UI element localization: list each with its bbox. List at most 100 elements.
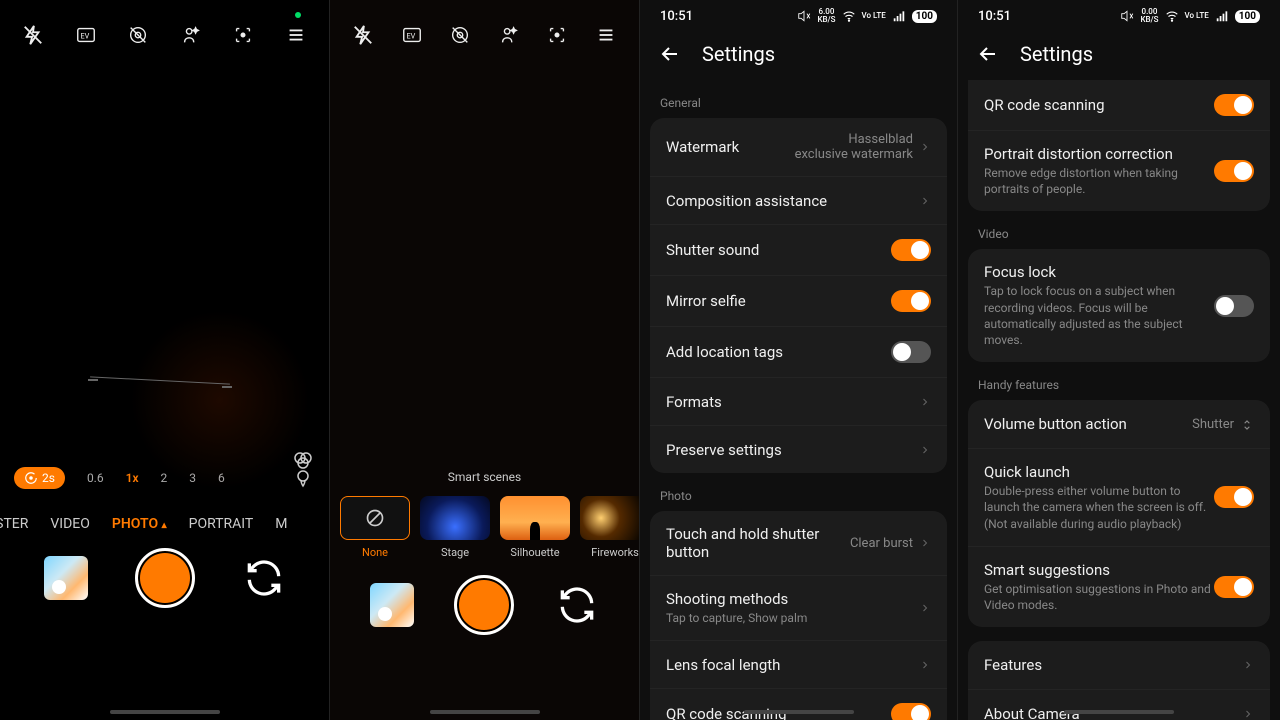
video-card: Focus lock Tap to lock focus on a subjec… [968, 249, 1270, 362]
toggle-qr[interactable] [1214, 94, 1254, 116]
section-photo: Photo [640, 473, 957, 511]
battery-pill: 100 [1235, 10, 1260, 23]
toggle-mirror-selfie[interactable] [891, 290, 931, 312]
toggle-shutter-sound[interactable] [891, 239, 931, 261]
status-icons: 0.00KB/S Vo LTE 100 [1120, 8, 1260, 24]
row-about[interactable]: About Camera [968, 689, 1270, 720]
lens-icon[interactable] [542, 20, 572, 50]
toggle-qr[interactable] [891, 703, 931, 720]
chevron-right-icon [919, 537, 931, 549]
top-toolbar: EV [0, 0, 329, 70]
tab-master[interactable]: ASTER [0, 516, 28, 532]
general-card: Watermark Hasselblad exclusive watermark… [650, 118, 947, 473]
row-features[interactable]: Features [968, 641, 1270, 689]
scene-silhouette[interactable]: Silhouette [500, 496, 570, 559]
timer-chip[interactable]: 2s [14, 467, 65, 489]
privacy-indicator-icon [295, 12, 301, 18]
toggle-focus-lock[interactable] [1214, 295, 1254, 317]
signal-icon [1215, 9, 1229, 23]
row-lens-focal[interactable]: Lens focal length [650, 640, 947, 688]
ev-icon[interactable]: EV [397, 20, 427, 50]
beautify-icon[interactable] [176, 20, 206, 50]
home-indicator [430, 710, 540, 714]
speed-indicator: 6.00KB/S [817, 8, 835, 24]
row-quick-launch[interactable]: Quick launch Double-press either volume … [968, 448, 1270, 546]
settings-panel-2: 10:51 0.00KB/S Vo LTE 100 Settings QR co… [958, 0, 1280, 720]
page-title: Settings [1020, 42, 1093, 66]
switch-camera-icon[interactable] [242, 556, 286, 600]
scene-stage[interactable]: Stage [420, 496, 490, 559]
home-indicator [110, 710, 220, 714]
lens-icon[interactable] [228, 20, 258, 50]
row-qr[interactable]: QR code scanning [968, 80, 1270, 130]
horizon-tick-left [88, 379, 98, 381]
beautify-icon[interactable] [494, 20, 524, 50]
row-focus-lock[interactable]: Focus lock Tap to lock focus on a subjec… [968, 249, 1270, 362]
tab-photo[interactable]: PHOTO ▴ [112, 516, 167, 532]
back-icon[interactable] [658, 42, 682, 66]
row-qr[interactable]: QR code scanning [650, 688, 947, 720]
top-toolbar: EV [330, 0, 639, 70]
status-bar: 10:51 6.00KB/S Vo LTE 100 [640, 0, 957, 28]
row-touch-hold[interactable]: Touch and hold shutter button Clear burs… [650, 511, 947, 575]
back-icon[interactable] [976, 42, 1000, 66]
row-location-tags[interactable]: Add location tags [650, 326, 947, 377]
toggle-quick-launch[interactable] [1214, 486, 1254, 508]
chevron-right-icon [919, 602, 931, 614]
menu-icon[interactable] [281, 20, 311, 50]
zoom-0-6[interactable]: 0.6 [87, 471, 104, 485]
timer-label: 2s [42, 471, 55, 485]
section-handy: Handy features [958, 362, 1280, 400]
flash-off-icon[interactable] [348, 20, 378, 50]
settings-header: Settings [958, 28, 1280, 80]
ai-off-icon[interactable] [123, 20, 153, 50]
row-portrait-distortion[interactable]: Portrait distortion correction Remove ed… [968, 130, 1270, 211]
ai-off-icon[interactable] [445, 20, 475, 50]
status-bar: 10:51 0.00KB/S Vo LTE 100 [958, 0, 1280, 28]
gallery-thumb[interactable] [370, 583, 414, 627]
shutter-button[interactable] [135, 548, 195, 608]
mode-tabs: ASTER VIDEO PHOTO ▴ PORTRAIT M [0, 496, 329, 544]
speed-indicator: 0.00KB/S [1140, 8, 1158, 24]
row-mirror-selfie[interactable]: Mirror selfie [650, 275, 947, 326]
chevron-right-icon [919, 444, 931, 456]
menu-icon[interactable] [591, 20, 621, 50]
status-icons: 6.00KB/S Vo LTE 100 [797, 8, 937, 24]
chevron-right-icon [1242, 708, 1254, 720]
row-composition[interactable]: Composition assistance [650, 176, 947, 224]
scene-fireworks[interactable]: Fireworks [580, 496, 640, 559]
row-shutter-sound[interactable]: Shutter sound [650, 224, 947, 275]
tab-more[interactable]: M [275, 516, 287, 532]
filter-icon[interactable] [291, 448, 315, 472]
settings-panel-1: 10:51 6.00KB/S Vo LTE 100 Settings Gener… [640, 0, 958, 720]
row-smart-suggestions[interactable]: Smart suggestions Get optimisation sugge… [968, 546, 1270, 627]
toggle-portrait-distortion[interactable] [1214, 160, 1254, 182]
handy-card: Volume button action Shutter Quick launc… [968, 400, 1270, 627]
chevron-right-icon [919, 195, 931, 207]
bottom-card: Features About Camera [968, 641, 1270, 720]
updown-icon [1240, 417, 1254, 431]
toggle-location-tags[interactable] [891, 341, 931, 363]
toggle-smart-suggestions[interactable] [1214, 576, 1254, 598]
photo-card: Touch and hold shutter button Clear burs… [650, 511, 947, 720]
tab-video[interactable]: VIDEO [50, 516, 90, 532]
scene-none[interactable]: None [340, 496, 410, 559]
row-volume-action[interactable]: Volume button action Shutter [968, 400, 1270, 448]
gallery-thumb[interactable] [44, 556, 88, 600]
smart-scenes-label: Smart scenes [330, 470, 639, 484]
wifi-icon [1165, 9, 1179, 23]
row-shooting-methods[interactable]: Shooting methods Tap to capture, Show pa… [650, 575, 947, 640]
row-formats[interactable]: Formats [650, 377, 947, 425]
shutter-button[interactable] [454, 575, 514, 635]
tab-portrait[interactable]: PORTRAIT [189, 516, 254, 532]
row-watermark[interactable]: Watermark Hasselblad exclusive watermark [650, 118, 947, 176]
ev-icon[interactable]: EV [71, 20, 101, 50]
flash-off-icon[interactable] [18, 20, 48, 50]
viewfinder[interactable] [0, 70, 329, 450]
svg-text:EV: EV [406, 32, 415, 41]
row-preserve[interactable]: Preserve settings [650, 425, 947, 473]
switch-camera-icon[interactable] [555, 583, 599, 627]
viewfinder-glow [130, 310, 310, 490]
horizon-tick-right [222, 386, 232, 388]
scene-strip: None Stage Silhouette Fireworks [330, 484, 639, 571]
